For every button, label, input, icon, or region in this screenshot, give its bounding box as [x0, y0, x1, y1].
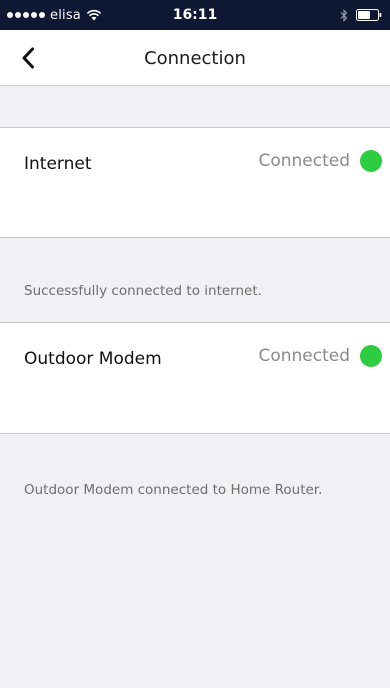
status-right — [340, 0, 382, 30]
back-button[interactable] — [10, 40, 46, 76]
navigation-bar: Connection — [0, 30, 390, 86]
chevron-left-icon — [22, 47, 34, 69]
status-time: 16:11 — [172, 7, 218, 23]
connected-status-dot-icon — [360, 345, 382, 367]
connection-status: Connected — [258, 150, 382, 172]
connection-note-outdoor-modem: Outdoor Modem connected to Home Router. — [24, 482, 323, 498]
connection-label: Outdoor Modem — [24, 349, 162, 369]
connection-note-internet: Successfully connected to internet. — [24, 283, 262, 299]
status-bar: elisa 16:11 — [0, 0, 390, 30]
connection-status-text: Connected — [258, 151, 350, 171]
connection-label: Internet — [24, 154, 92, 174]
connection-status-text: Connected — [258, 346, 350, 366]
screen: elisa 16:11 Connection Internet Connecte… — [0, 0, 390, 688]
connected-status-dot-icon — [360, 150, 382, 172]
bluetooth-icon — [340, 8, 348, 22]
connection-status: Connected — [258, 345, 382, 367]
connection-row-outdoor-modem[interactable]: Outdoor Modem Connected — [0, 322, 390, 434]
connection-row-internet[interactable]: Internet Connected — [0, 127, 390, 238]
page-title: Connection — [144, 47, 246, 69]
battery-icon — [356, 9, 382, 21]
